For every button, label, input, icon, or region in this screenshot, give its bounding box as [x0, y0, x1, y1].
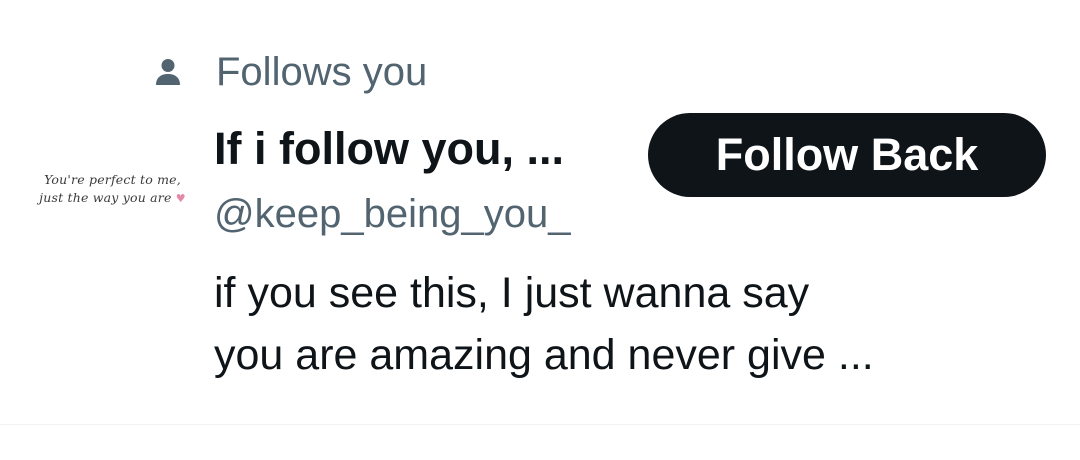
social-context: Follows you	[150, 44, 427, 100]
avatar-text-line1: You're perfect to me,	[44, 172, 181, 187]
user-cell[interactable]: Follows you You're perfect to me, just t…	[0, 0, 1080, 460]
follows-you-label: Follows you	[216, 50, 428, 94]
user-handle[interactable]: @keep_being_you_	[214, 186, 570, 242]
divider	[0, 424, 1080, 425]
bio-line: you are amazing and never give ...	[214, 331, 874, 379]
follow-back-button[interactable]: Follow Back	[648, 113, 1046, 197]
person-icon	[150, 54, 186, 90]
display-name[interactable]: If i follow you, ...	[214, 120, 564, 178]
avatar-text-line2: just the way you are ♥	[30, 190, 195, 205]
bio-line: if you see this, I just wanna say	[214, 269, 810, 317]
heart-icon: ♥	[175, 192, 186, 205]
avatar-text-line2-words: just the way you are	[39, 190, 172, 205]
user-bio: if you see this, I just wanna say you ar…	[214, 262, 1054, 386]
avatar[interactable]: You're perfect to me, just the way you a…	[30, 116, 195, 266]
